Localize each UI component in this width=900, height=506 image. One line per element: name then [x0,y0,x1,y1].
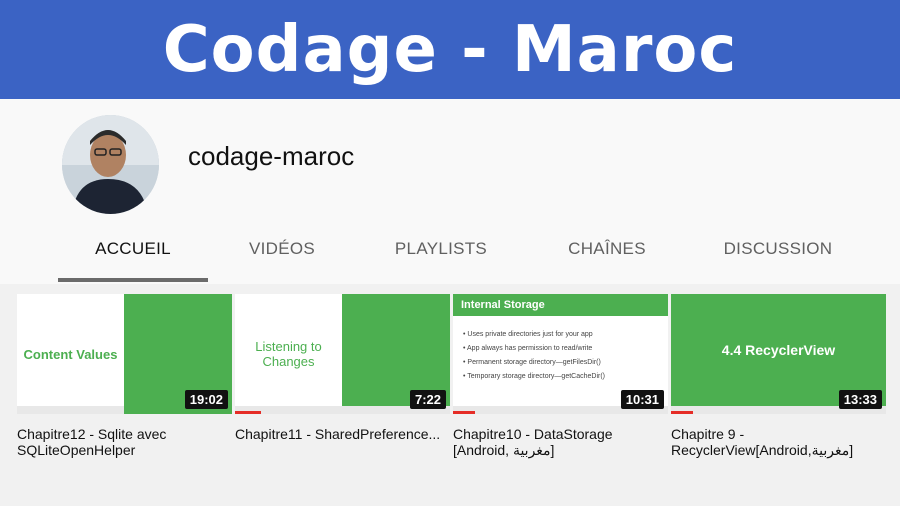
watch-progress-bar [671,411,693,414]
video-title[interactable]: Chapitre10 - DataStorage [Android, مغربي… [453,426,668,460]
video-card[interactable]: 4.4 RecyclerView 13:33 Chapitre 9 - Recy… [671,294,886,460]
video-title[interactable]: Chapitre11 - SharedPreference... [235,426,450,460]
thumbnail-text: Listening to Changes [255,339,322,369]
video-thumbnail[interactable]: Listening to Changes 7:22 [235,294,450,414]
channel-avatar[interactable] [62,115,159,214]
video-title[interactable]: Chapitre 9 - RecyclerView[Android,مغربية… [671,426,886,460]
thumbnail-text: Internal Storage [453,294,668,316]
tab-discussion[interactable]: DISCUSSION [712,239,844,284]
video-duration: 10:31 [620,390,664,409]
channel-header: codage-maroc ACCUEIL VIDÉOS PLAYLISTS CH… [0,99,900,284]
channel-banner: Codage - Maroc [0,0,900,99]
channel-name[interactable]: codage-maroc [188,141,354,172]
thumbnail-bullet: • App always has permission to read/writ… [463,345,593,352]
thumbnail-bullet: • Permanent storage directory—getFilesDi… [463,359,601,366]
video-shelf: Content Values 19:02 Chapitre12 - Sqlite… [0,284,900,506]
video-title[interactable]: Chapitre12 - Sqlite avec SQLiteOpenHelpe… [17,426,232,460]
video-duration: 13:33 [838,390,882,409]
video-card[interactable]: Content Values 19:02 Chapitre12 - Sqlite… [17,294,232,460]
video-thumbnail[interactable]: Content Values 19:02 [17,294,232,414]
tab-playlists[interactable]: PLAYLISTS [380,239,502,284]
thumbnail-bullet: • Temporary storage directory—getCacheDi… [463,373,605,380]
watch-progress-bar [235,411,261,414]
active-tab-indicator [58,278,208,282]
tab-chaines[interactable]: CHAÎNES [548,239,666,284]
video-card[interactable]: Internal Storage • Uses private director… [453,294,668,460]
tab-videos[interactable]: VIDÉOS [222,239,342,284]
thumbnail-bullet-list: • Uses private directories just for your… [463,328,663,384]
thumbnail-bullet: • Uses private directories just for your… [463,331,593,338]
avatar-photo-icon [62,115,159,214]
video-card[interactable]: Listening to Changes 7:22 Chapitre11 - S… [235,294,450,460]
thumbnail-text: 4.4 RecyclerView [721,342,836,358]
thumbnail-text: Content Values [23,346,118,362]
video-thumbnail[interactable]: 4.4 RecyclerView 13:33 [671,294,886,414]
thumbnail-footer [17,406,124,414]
banner-title: Codage - Maroc [162,12,738,87]
watch-progress-bar [453,411,475,414]
video-duration: 7:22 [409,390,446,409]
video-thumbnail[interactable]: Internal Storage • Uses private director… [453,294,668,414]
video-duration: 19:02 [184,390,228,409]
